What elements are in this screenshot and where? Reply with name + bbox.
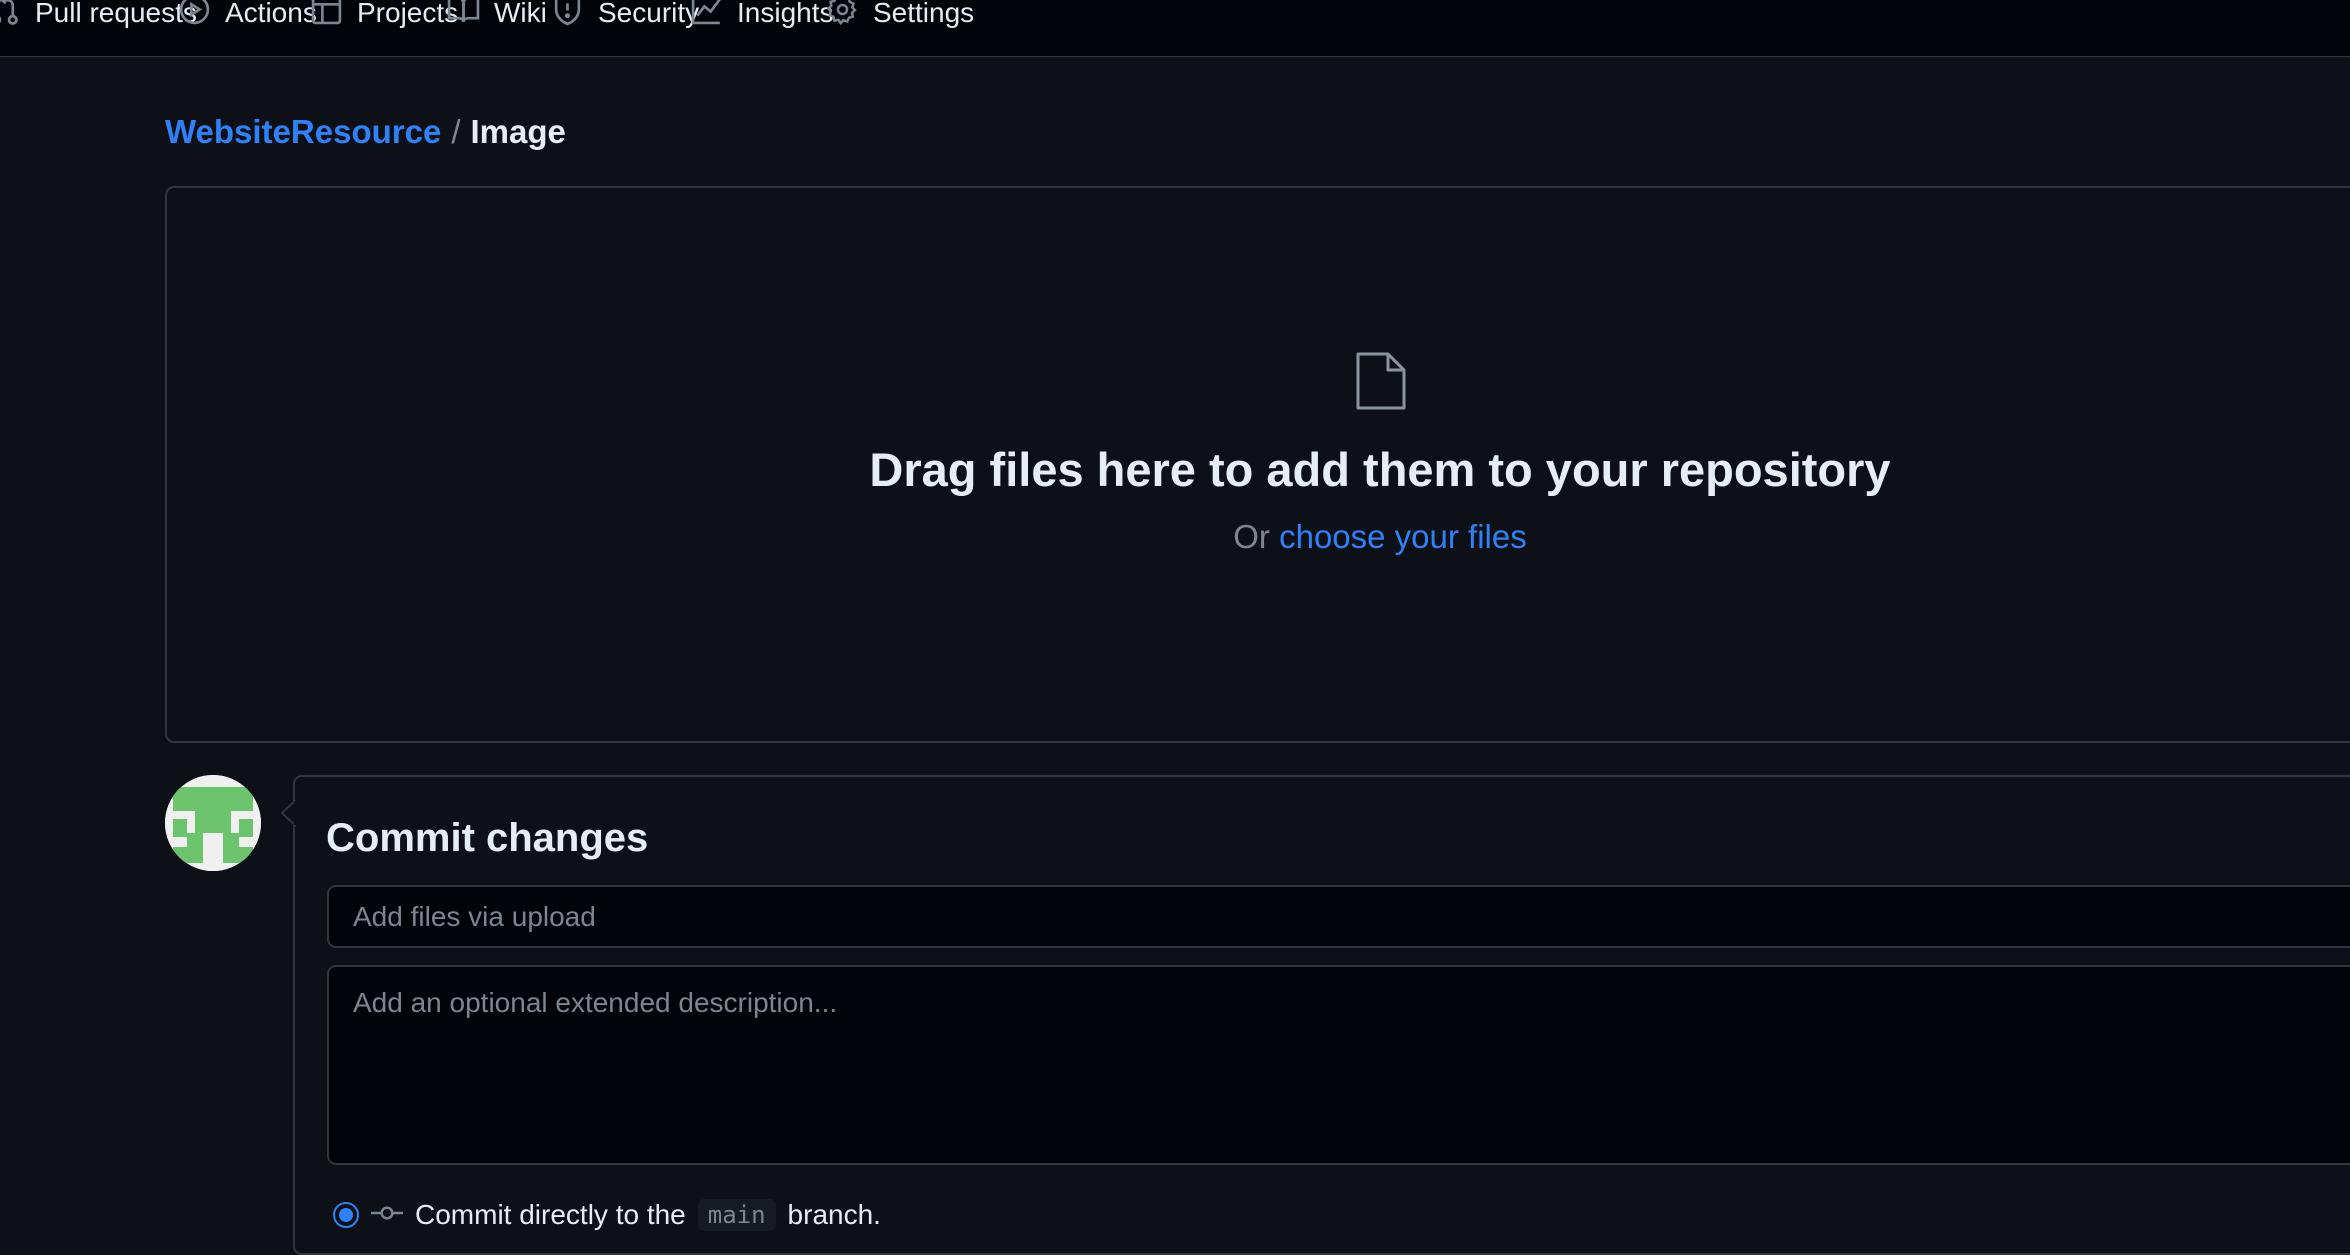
commit-description-input[interactable] [327,965,2350,1165]
book-icon [447,0,480,33]
nav-label: Settings [873,0,975,28]
breadcrumb-current-folder: Image [470,113,566,150]
commit-directly-radio[interactable] [333,1202,359,1228]
nav-label: Insights [737,0,834,28]
choose-files-link[interactable]: choose your files [1279,518,1527,555]
commit-option-suffix: branch. [787,1199,881,1230]
nav-security[interactable]: Security [551,0,700,28]
commit-option-prefix: Commit directly to the [415,1199,686,1230]
or-text: Or [1233,518,1270,555]
nav-pull-requests[interactable]: Pull requests [0,0,197,28]
repo-nav-bar: Pull requests Actions Projects Wiki Secu… [0,0,2350,57]
nav-label: Security [598,0,700,28]
drop-zone-title: Drag files here to add them to your repo… [869,443,1891,496]
breadcrumb: WebsiteResource / Image [165,110,566,154]
nav-label: Actions [225,0,317,28]
git-commit-icon [371,1199,403,1231]
nav-label: Pull requests [35,0,197,28]
breadcrumb-separator: / [451,113,461,150]
drop-zone-subtitle: Or choose your files [700,518,2060,556]
branch-name: main [697,1199,776,1231]
shield-icon [551,0,584,33]
nav-projects[interactable]: Projects [310,0,459,28]
nav-label: Projects [357,0,459,28]
commit-summary-input[interactable] [327,885,2350,948]
nav-insights[interactable]: Insights [690,0,834,28]
commit-to-branch-option: Commit directly to the main branch. [333,1195,881,1235]
breadcrumb-repo-link[interactable]: WebsiteResource [165,113,441,151]
commit-changes-heading: Commit changes [326,816,649,860]
nav-settings[interactable]: Settings [826,0,975,28]
avatar [165,775,261,871]
table-icon [310,0,343,33]
file-icon [1354,350,1408,412]
git-pull-request-icon [0,0,21,33]
gear-icon [826,0,859,33]
commit-panel-caret [280,800,296,826]
play-icon [178,0,211,33]
nav-label: Wiki [494,0,547,28]
nav-wiki[interactable]: Wiki [447,0,547,28]
graph-icon [690,0,723,33]
nav-actions[interactable]: Actions [178,0,317,28]
